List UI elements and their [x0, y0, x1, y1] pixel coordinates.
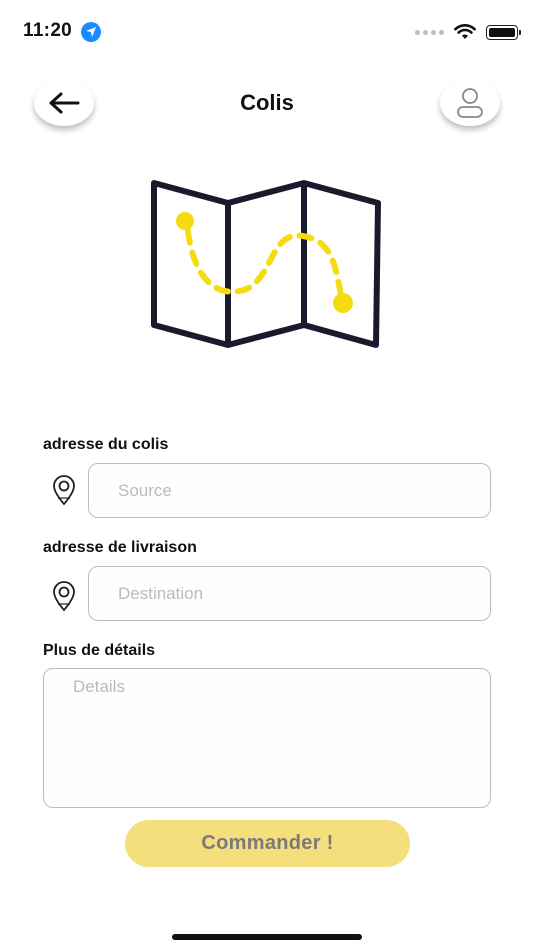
status-bar: 11:20 — [0, 0, 534, 60]
home-indicator — [172, 934, 362, 940]
order-button[interactable]: Commander ! — [125, 820, 410, 867]
destination-input[interactable]: Destination — [88, 566, 491, 621]
user-icon — [457, 88, 483, 118]
destination-label: adresse de livraison — [43, 539, 197, 556]
details-textarea[interactable]: Details — [43, 668, 491, 808]
status-icons — [415, 22, 521, 42]
location-arrow-icon — [81, 22, 101, 42]
source-input[interactable]: Source — [88, 463, 491, 518]
wifi-icon — [454, 24, 476, 39]
map-pin-icon — [53, 581, 75, 612]
folded-map-route-icon — [151, 180, 381, 348]
signal-dots-icon — [415, 29, 444, 35]
battery-icon — [486, 24, 521, 40]
source-label: adresse du colis — [43, 436, 169, 453]
status-time: 11:20 — [23, 20, 73, 41]
map-pin-icon — [53, 475, 75, 506]
profile-button[interactable] — [440, 80, 500, 126]
details-label: Plus de détails — [43, 642, 156, 659]
